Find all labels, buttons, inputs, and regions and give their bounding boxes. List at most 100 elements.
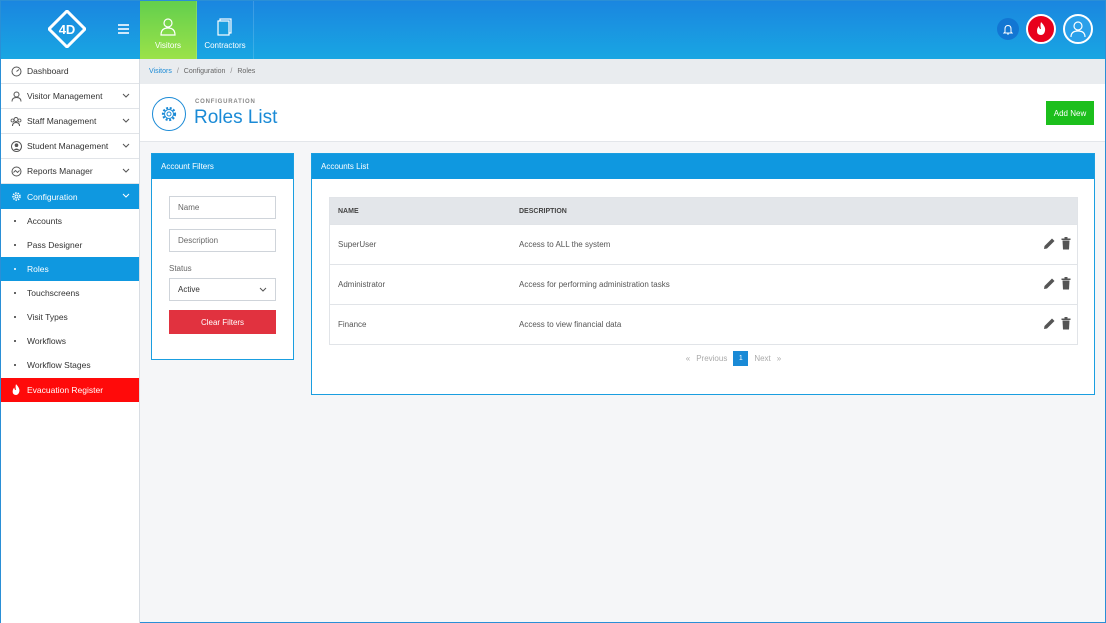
role-name: Finance (338, 320, 367, 329)
breadcrumb: Visitors / Configuration / Roles (140, 59, 1105, 84)
pager-previous[interactable]: Previous (696, 354, 727, 363)
chevron-down-icon (122, 168, 130, 173)
avatar-icon[interactable] (1063, 14, 1093, 44)
pagination: « Previous 1 Next » (312, 351, 1094, 366)
gear-icon (10, 191, 22, 203)
sidebar-subitem-accounts[interactable]: Accounts (1, 209, 139, 233)
table-header: NAME DESCRIPTION (330, 198, 1077, 224)
chevron-down-icon (259, 287, 267, 292)
sidebar-item-label: Configuration (27, 191, 78, 202)
logo-icon[interactable]: 4D (48, 10, 86, 48)
delete-icon[interactable] (1061, 237, 1071, 250)
top-bar: 4D Visitors Contractors (1, 1, 1105, 59)
chevron-down-icon (122, 118, 130, 123)
sidebar-item-configuration[interactable]: Configuration (1, 184, 139, 209)
delete-icon[interactable] (1061, 277, 1071, 290)
accounts-list-panel: Accounts List NAME DESCRIPTION SuperUser… (311, 153, 1095, 395)
sidebar-subitem-label: Accounts (27, 216, 62, 226)
account-filters-panel: Account Filters Name Description Status … (151, 153, 294, 360)
status-label: Status (169, 264, 192, 273)
sidebar-item-label: Visitor Management (27, 91, 103, 101)
sidebar-item-label: Staff Management (27, 116, 97, 126)
sidebar-subitem-workflows[interactable]: Workflows (1, 329, 139, 353)
page-header: CONFIGURATION Roles List Add New (140, 84, 1105, 142)
sidebar-item-visitor-management[interactable]: Visitor Management (1, 84, 139, 109)
top-right-actions (997, 14, 1093, 44)
page-title: Roles List (194, 107, 278, 128)
name-filter-input[interactable]: Name (169, 196, 276, 219)
sidebar-item-label: Student Management (27, 141, 109, 151)
sidebar: Dashboard Visitor Management Staff Manag… (1, 59, 140, 623)
fire-alert-icon[interactable] (1026, 14, 1056, 44)
chevron-down-icon (122, 143, 130, 148)
menu-toggle-icon[interactable] (118, 24, 129, 34)
delete-icon[interactable] (1061, 317, 1071, 330)
sidebar-item-label: Evacuation Register (27, 385, 104, 395)
bullet-icon (14, 268, 16, 270)
fire-icon (10, 384, 22, 396)
sidebar-item-evacuation-register[interactable]: Evacuation Register (1, 378, 139, 402)
bullet-icon (14, 340, 16, 342)
roles-table: NAME DESCRIPTION SuperUser Access to ALL… (329, 197, 1078, 345)
report-icon (10, 165, 22, 177)
breadcrumb-link-visitors[interactable]: Visitors (149, 68, 172, 75)
bullet-icon (14, 292, 16, 294)
sidebar-subitem-touchscreens[interactable]: Touchscreens (1, 281, 139, 305)
top-nav: Visitors Contractors (140, 1, 254, 59)
breadcrumb-item-configuration: Configuration (183, 68, 226, 75)
sidebar-item-label: Reports Manager (27, 166, 93, 176)
bullet-icon (14, 364, 16, 366)
bullet-icon (14, 220, 16, 222)
tab-contractors-label: Contractors (204, 41, 246, 50)
column-header-name[interactable]: NAME (330, 208, 519, 215)
dashboard-icon (10, 65, 22, 77)
sidebar-item-staff-management[interactable]: Staff Management (1, 109, 139, 134)
sidebar-item-label: Dashboard (27, 66, 69, 76)
chevron-down-icon (122, 93, 130, 98)
sidebar-item-student-management[interactable]: Student Management (1, 134, 139, 159)
breadcrumb-separator: / (230, 68, 233, 75)
panel-title: Account Filters (152, 154, 293, 179)
sidebar-subitem-label: Workflow Stages (27, 360, 91, 370)
pager-next[interactable]: Next (754, 354, 770, 363)
tab-contractors[interactable]: Contractors (197, 1, 254, 59)
edit-icon[interactable] (1043, 277, 1056, 290)
sidebar-subitem-visit-types[interactable]: Visit Types (1, 305, 139, 329)
breadcrumb-separator: / (176, 68, 179, 75)
status-select[interactable]: Active (169, 278, 276, 301)
group-icon (10, 115, 22, 127)
chevron-down-icon (122, 193, 130, 198)
edit-icon[interactable] (1043, 237, 1056, 250)
sidebar-subitem-workflow-stages[interactable]: Workflow Stages (1, 353, 139, 377)
role-description: Access to ALL the system (519, 240, 611, 249)
person-icon (10, 90, 22, 102)
column-header-description[interactable]: DESCRIPTION (519, 208, 1077, 215)
svg-text:4D: 4D (59, 22, 76, 37)
sidebar-subitem-label: Roles (27, 264, 49, 274)
logo-area: 4D (1, 1, 140, 59)
bell-icon[interactable] (997, 18, 1019, 40)
bullet-icon (14, 316, 16, 318)
description-filter-input[interactable]: Description (169, 229, 276, 252)
sidebar-item-reports-manager[interactable]: Reports Manager (1, 159, 139, 184)
pager-page-1[interactable]: 1 (733, 351, 749, 366)
edit-icon[interactable] (1043, 317, 1056, 330)
pager-prev-arrow[interactable]: « (686, 354, 690, 363)
role-name: SuperUser (338, 240, 377, 249)
role-description: Access for performing administration tas… (519, 280, 670, 289)
add-new-button[interactable]: Add New (1046, 101, 1094, 125)
student-icon (10, 140, 22, 152)
sidebar-subitem-roles[interactable]: Roles (1, 257, 139, 281)
sidebar-subitem-label: Touchscreens (27, 288, 80, 298)
status-select-value: Active (178, 285, 200, 294)
clear-filters-button[interactable]: Clear Filters (169, 310, 276, 334)
tab-visitors[interactable]: Visitors (140, 1, 197, 59)
bullet-icon (14, 244, 16, 246)
table-row: Administrator Access for performing admi… (330, 264, 1077, 304)
gear-icon (152, 97, 186, 131)
sidebar-item-dashboard[interactable]: Dashboard (1, 59, 139, 84)
sidebar-subitem-pass-designer[interactable]: Pass Designer (1, 233, 139, 257)
document-icon (217, 18, 232, 36)
sidebar-subitem-label: Visit Types (27, 312, 68, 322)
pager-next-arrow[interactable]: » (777, 354, 781, 363)
